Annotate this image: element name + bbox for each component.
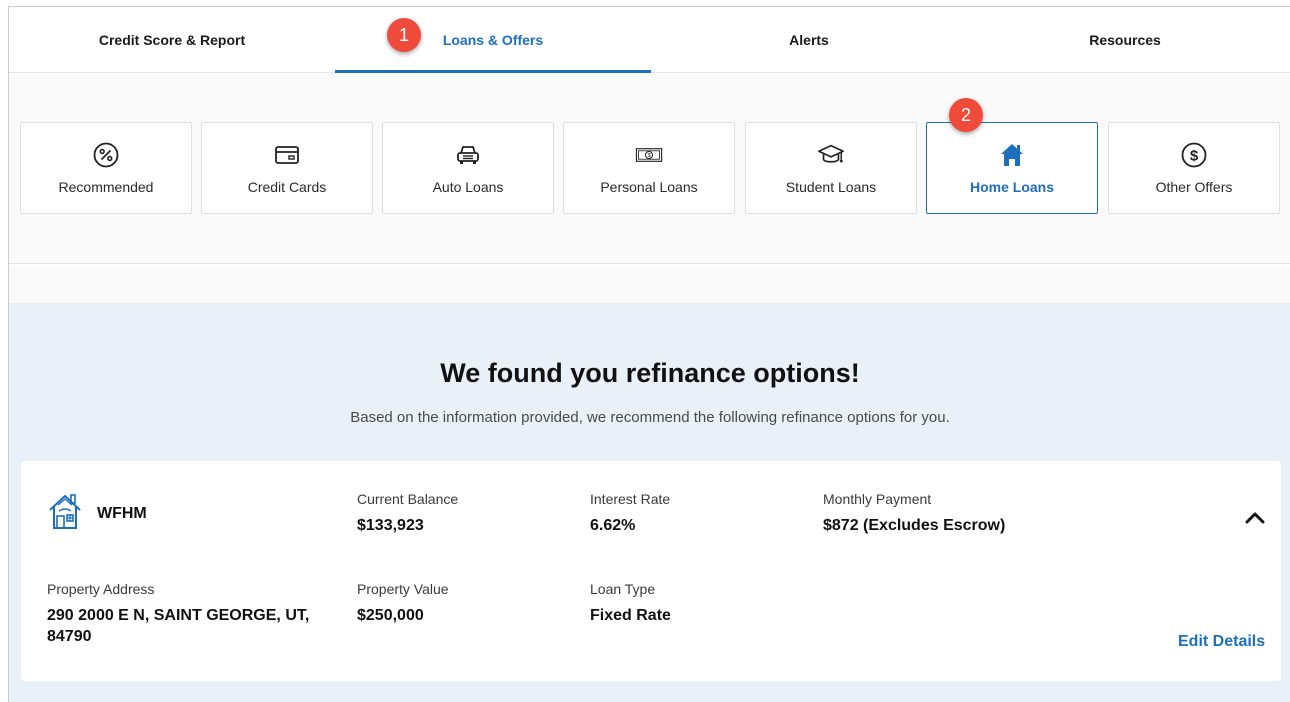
graduation-cap-icon: [817, 141, 845, 169]
monthly-payment-field: Monthly Payment $872 (Excludes Escrow): [823, 491, 1005, 536]
field-label: Interest Rate: [590, 491, 671, 507]
loan-type-field: Loan Type Fixed Rate: [590, 581, 671, 626]
percent-circle-icon: [92, 141, 120, 169]
car-icon: [454, 141, 482, 169]
active-tab-indicator: [335, 70, 651, 73]
category-credit-cards[interactable]: Credit Cards: [201, 122, 373, 214]
field-label: Current Balance: [357, 491, 459, 507]
field-label: Monthly Payment: [823, 491, 932, 507]
field-label: Property Value: [357, 581, 449, 597]
current-balance-value: $133,923: [357, 517, 424, 534]
loan-card: WFHM Current Balance $133,923 Interest R…: [21, 461, 1281, 681]
lender-name: WFHM: [97, 504, 147, 522]
monthly-payment-value: $872 (Excludes Escrow): [823, 517, 1006, 534]
category-personal-loans[interactable]: $ Personal Loans: [563, 122, 735, 214]
loan-type-value: Fixed Rate: [590, 607, 671, 624]
tab-loans-offers[interactable]: Loans & Offers: [335, 7, 651, 73]
current-balance-field: Current Balance $133,923: [357, 491, 458, 536]
property-value-value: $250,000: [357, 607, 424, 624]
house-icon: [998, 141, 1026, 169]
field-label: Property Address: [47, 581, 155, 597]
field-label: Loan Type: [590, 581, 656, 597]
category-section: Recommended Credit Cards Auto Loans $ Pe…: [9, 74, 1290, 264]
dollar-circle-icon: $: [1180, 141, 1208, 169]
svg-text:$: $: [1190, 148, 1199, 165]
credit-card-icon: [273, 141, 301, 169]
category-auto-loans[interactable]: Auto Loans: [382, 122, 554, 214]
category-label: Credit Cards: [247, 179, 327, 195]
edit-details-link[interactable]: Edit Details: [1178, 633, 1265, 651]
property-address-value: 290 2000 E N, SAINT GEORGE, UT, 84790: [47, 605, 309, 647]
tab-alerts[interactable]: Alerts: [651, 7, 967, 73]
category-other-offers[interactable]: $ Other Offers: [1108, 122, 1280, 214]
cash-bill-icon: $: [635, 141, 663, 169]
page-title: We found you refinance options!: [440, 358, 860, 388]
tab-credit-score-report[interactable]: Credit Score & Report: [9, 7, 335, 73]
page-subtitle: Based on the information provided, we re…: [350, 409, 950, 426]
address-line-2: 84790: [47, 628, 92, 645]
step-badge-2: 2: [949, 98, 983, 132]
category-label: Auto Loans: [432, 179, 504, 195]
app-frame: Credit Score & Report Loans & Offers Ale…: [8, 6, 1290, 702]
collapse-chevron-icon[interactable]: [1243, 507, 1267, 527]
category-label: Recommended: [58, 179, 154, 195]
property-value-field: Property Value $250,000: [357, 581, 449, 626]
category-label: Home Loans: [969, 179, 1054, 195]
address-line-1: 290 2000 E N, SAINT GEORGE, UT,: [47, 607, 310, 624]
category-label: Personal Loans: [600, 179, 698, 195]
interest-rate-value: 6.62%: [590, 517, 636, 534]
top-nav-tabs: Credit Score & Report Loans & Offers Ale…: [9, 7, 1290, 73]
category-label: Student Loans: [785, 179, 877, 195]
category-label: Other Offers: [1155, 179, 1233, 195]
lender-header: WFHM: [47, 491, 147, 536]
refinance-section: We found you refinance options! Based on…: [9, 303, 1290, 702]
home-outline-icon: [47, 491, 83, 536]
category-home-loans[interactable]: Home Loans: [926, 122, 1098, 214]
category-recommended[interactable]: Recommended: [20, 122, 192, 214]
step-badge-1: 1: [387, 18, 421, 52]
property-address-field: Property Address 290 2000 E N, SAINT GEO…: [47, 581, 309, 647]
interest-rate-field: Interest Rate 6.62%: [590, 491, 670, 536]
category-student-loans[interactable]: Student Loans: [745, 122, 917, 214]
tab-resources[interactable]: Resources: [967, 7, 1283, 73]
section-spacer: [9, 265, 1290, 303]
